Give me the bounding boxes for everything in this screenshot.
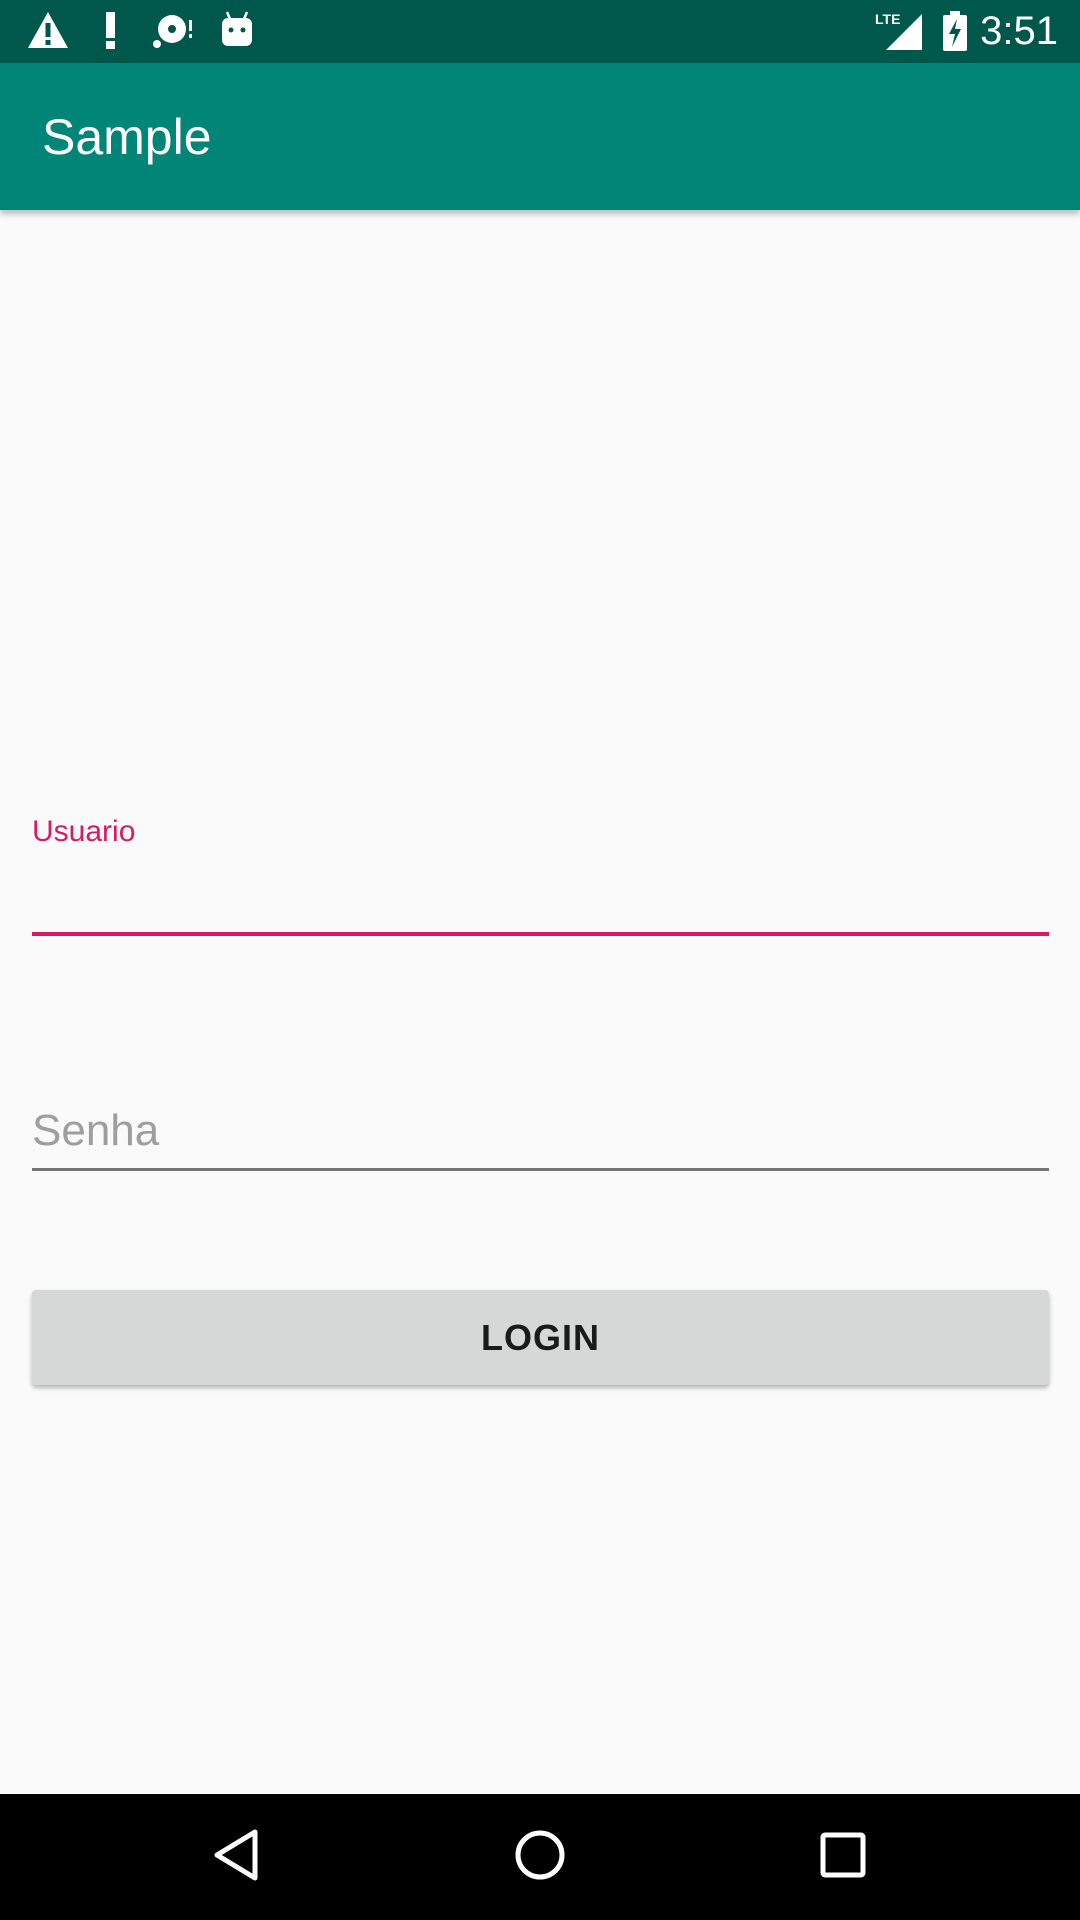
battery-charging-icon [942, 10, 968, 52]
lte-signal-icon: LTE [874, 10, 924, 52]
status-time: 3:51 [980, 9, 1058, 53]
home-icon [513, 1828, 567, 1887]
username-input[interactable] [32, 860, 1049, 936]
password-input[interactable] [32, 1094, 1049, 1171]
back-button[interactable] [196, 1817, 276, 1897]
sync-disc-icon [150, 10, 196, 52]
login-button[interactable]: LOGIN [32, 1290, 1049, 1385]
recents-button[interactable] [803, 1817, 883, 1897]
exclamation-icon [103, 10, 119, 52]
back-icon [211, 1828, 261, 1887]
app-title: Sample [42, 109, 212, 165]
username-label: Usuario [32, 815, 136, 848]
network-type-label: LTE [875, 11, 900, 27]
android-icon [220, 10, 254, 52]
recents-icon [819, 1831, 867, 1884]
warning-icon [26, 10, 70, 52]
navigation-bar [0, 1794, 1080, 1920]
app-bar: Sample [0, 63, 1080, 210]
status-bar: LTE 3:51 [0, 0, 1080, 63]
home-button[interactable] [500, 1817, 580, 1897]
